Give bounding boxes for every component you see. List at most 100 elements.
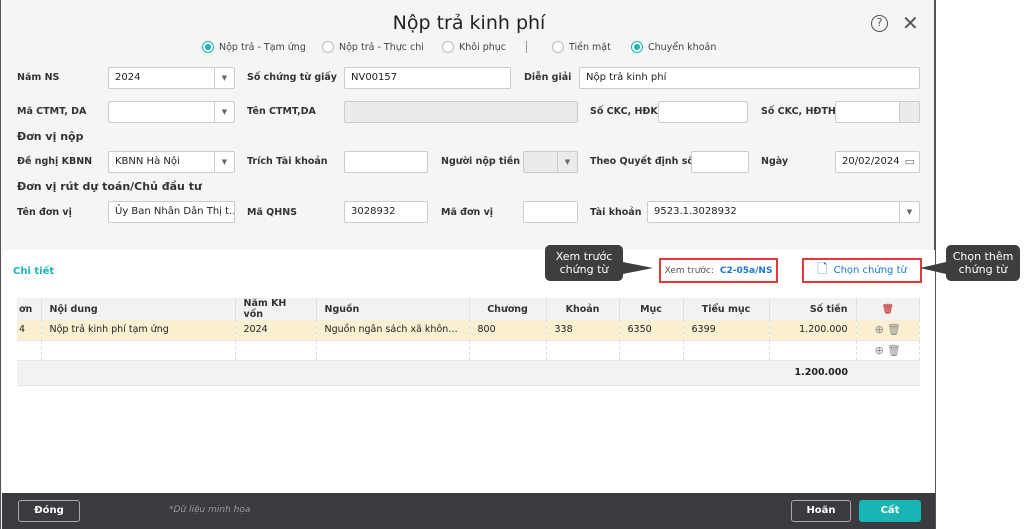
so-ckc-hdk-label: Số CKC, HĐK: [590, 106, 658, 117]
nguoi-nop-tien-select[interactable]: ▼: [523, 151, 578, 173]
col-header: Tiểu mục: [683, 298, 770, 320]
ngay-label: Ngày: [761, 156, 789, 167]
table-header: ơn Nội dung Năm KH vốn Nguồn Chương Khoả…: [17, 298, 920, 320]
choose-document-label: Chọn chứng từ: [833, 265, 907, 276]
add-row-icon[interactable]: ⊕: [875, 323, 884, 336]
tai-khoan-label: Tài khoản: [590, 207, 642, 218]
cell: Nộp trả kinh phí tạm ứng: [41, 320, 236, 341]
cell: Nguồn ngân sách xã không ...: [316, 320, 470, 341]
choose-document-button[interactable]: 🗋 Chọn chứng từ: [802, 258, 922, 283]
don-vi-nop-heading: Đơn vị nộp: [17, 130, 84, 143]
callout-arrow: [623, 262, 653, 274]
radio-chuyen-khoan[interactable]: Chuyển khoản: [631, 41, 716, 53]
chevron-down-icon[interactable]: ▼: [557, 152, 577, 172]
radio-label: Tiền mặt: [569, 41, 611, 53]
add-row-icon[interactable]: ⊕: [875, 344, 884, 357]
radio-label: Chuyển khoản: [648, 41, 717, 53]
chevron-down-icon[interactable]: ▼: [214, 102, 234, 122]
detail-table: ơn Nội dung Năm KH vốn Nguồn Chương Khoả…: [17, 298, 920, 386]
callout-arrow: [920, 262, 946, 274]
theo-quyet-dinh-label: Theo Quyết định số: [590, 156, 694, 167]
close-button[interactable]: Đóng: [18, 500, 80, 522]
total-row: 1.200.000: [17, 360, 920, 386]
col-header: Chương: [469, 298, 547, 320]
chevron-down-icon[interactable]: ▼: [214, 68, 234, 88]
col-header: Nội dung: [41, 298, 236, 320]
document-add-icon: 🗋: [817, 261, 828, 277]
chevron-down-icon[interactable]: ▼: [899, 202, 919, 222]
col-header: ơn: [17, 298, 42, 320]
col-header: Năm KH vốn: [235, 298, 317, 320]
preview-box: Xem trước: C2-05a/NS: [659, 258, 778, 283]
delete-row-icon[interactable]: 🗑: [887, 323, 901, 336]
nam-ns-label: Năm NS: [17, 72, 60, 83]
radio-nop-tra-thuc-chi[interactable]: Nộp trả - Thực chi: [322, 41, 424, 53]
delete-row-icon[interactable]: 🗑: [887, 344, 901, 357]
dialog: Nộp trả kinh phí ? ✕ Nộp trả - Tạm ứng N…: [0, 0, 936, 529]
nam-ns-value: 2024: [115, 72, 141, 83]
so-ckc-hdth-input[interactable]: [835, 101, 920, 123]
divider: [526, 41, 527, 53]
col-header: Nguồn: [316, 298, 470, 320]
ma-ctmt-label: Mã CTMT, DA: [17, 106, 87, 117]
cell: 6399: [683, 320, 770, 341]
ma-don-vi-label: Mã đơn vị: [441, 207, 494, 218]
radio-nop-tra-tam-ung[interactable]: Nộp trả - Tạm ứng: [202, 41, 306, 53]
ngay-date-input[interactable]: 20/02/2024 ▭: [835, 151, 920, 173]
ten-ctmt-input: [344, 101, 578, 123]
col-header: Số tiền: [769, 298, 857, 320]
calendar-icon[interactable]: ▭: [905, 155, 915, 168]
cell: 338: [546, 320, 620, 341]
ma-don-vi-input[interactable]: [523, 201, 578, 223]
ngay-value: 20/02/2024: [842, 156, 900, 167]
dialog-title: Nộp trả kinh phí: [392, 12, 546, 34]
de-nghi-kbnn-label: Đề nghị KBNN: [17, 156, 93, 167]
lookup-button[interactable]: [899, 102, 919, 122]
radio-tien-mat[interactable]: Tiền mặt: [552, 41, 611, 53]
tai-khoan-select[interactable]: 9523.1.3028932 ▼: [647, 201, 920, 223]
don-vi-rut-heading: Đơn vị rút dự toán/Chủ đầu tư: [17, 180, 202, 193]
trich-tai-khoan-label: Trích Tài khoản: [247, 156, 328, 167]
cell: 6350: [619, 320, 684, 341]
nguoi-nop-tien-label: Người nộp tiền: [441, 156, 521, 167]
close-icon[interactable]: ✕: [902, 11, 919, 35]
radio-label: Nộp trả - Tạm ứng: [219, 41, 306, 53]
ma-ctmt-select[interactable]: ▼: [108, 101, 235, 123]
ten-don-vi-label: Tên đơn vị: [17, 207, 72, 218]
col-header: Khoản: [546, 298, 620, 320]
de-nghi-kbnn-value: KBNN Hà Nội: [115, 156, 180, 167]
ma-qhns-input[interactable]: 3028932: [344, 201, 428, 223]
nam-ns-select[interactable]: 2024 ▼: [108, 67, 235, 89]
theo-quyet-dinh-input[interactable]: [691, 151, 749, 173]
dien-giai-label: Diễn giải: [524, 72, 572, 83]
tab-chi-tiet[interactable]: Chi tiết: [13, 266, 54, 277]
trich-tai-khoan-input[interactable]: [344, 151, 428, 173]
col-header: Mục: [619, 298, 684, 320]
preview-link[interactable]: C2-05a/NS: [720, 266, 773, 276]
so-ckc-hdk-input[interactable]: [658, 101, 748, 123]
so-ckc-hdth-label: Số CKC, HĐTH: [761, 106, 836, 117]
trash-icon[interactable]: 🗑: [856, 298, 920, 320]
help-icon[interactable]: ?: [871, 15, 888, 32]
de-nghi-kbnn-select[interactable]: KBNN Hà Nội ▼: [108, 151, 235, 173]
total-amount: 1.200.000: [769, 360, 856, 386]
chevron-down-icon[interactable]: ▼: [214, 152, 234, 172]
so-chung-tu-input[interactable]: NV00157: [344, 67, 511, 89]
footer-note: *Dữ liệu minh họa: [169, 505, 251, 515]
save-button[interactable]: Cất: [859, 500, 921, 522]
preview-label: Xem trước:: [664, 265, 714, 276]
preview-callout: Xem trước chứng từ: [545, 245, 623, 281]
tai-khoan-value: 9523.1.3028932: [654, 206, 737, 217]
radio-khoi-phuc[interactable]: Khôi phục: [442, 41, 506, 53]
ten-don-vi-input[interactable]: Ủy Ban Nhân Dân Thị t...: [108, 201, 235, 223]
choose-callout: Chọn thêm chứng từ: [946, 245, 1020, 281]
radio-label: Nộp trả - Thực chi: [339, 41, 424, 53]
so-chung-tu-label: Số chứng từ giấy: [247, 72, 337, 83]
cell: 1.200.000: [769, 320, 857, 341]
dien-giai-input[interactable]: Nộp trả kinh phí: [579, 67, 920, 89]
footer-bar: Đóng *Dữ liệu minh họa Hoãn Cất: [2, 493, 935, 529]
table-row[interactable]: 4 Nộp trả kinh phí tạm ứng 2024 Nguồn ng…: [17, 320, 920, 341]
cancel-button[interactable]: Hoãn: [791, 500, 851, 522]
table-row[interactable]: ⊕ 🗑: [17, 340, 920, 361]
radio-label: Khôi phục: [459, 41, 507, 53]
